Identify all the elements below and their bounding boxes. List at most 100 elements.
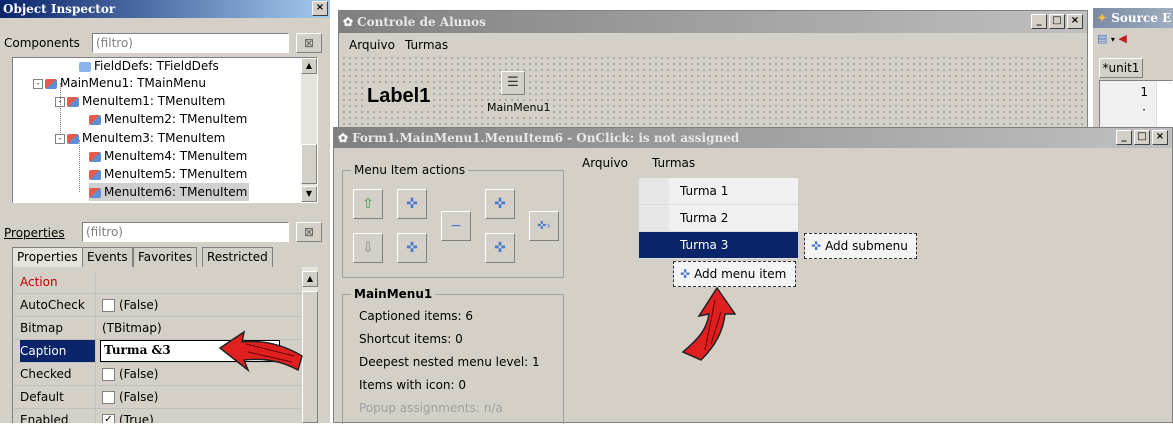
add-before-button[interactable]: ✜ [485,189,515,219]
tree-line [60,83,61,135]
property-row[interactable]: Action [14,271,316,294]
add-submenu-button[interactable]: ✜ Add submenu [804,233,917,259]
collapse-icon[interactable]: - [33,78,43,89]
property-value[interactable]: (False) [102,386,159,408]
properties-scrollbar[interactable]: ▲ [302,267,318,423]
tab-properties[interactable]: Properties [12,247,83,267]
property-value[interactable]: (TBitmap) [102,317,162,339]
mainmenu-info-title: MainMenu1 [351,287,436,301]
menu-editor-window: ✿ Form1.MainMenu1.MenuItem6 - OnClick: is… [333,127,1173,424]
captioned-items-count: Captioned items: 6 [359,309,474,323]
close-icon[interactable]: × [1067,14,1083,29]
tree-scrollbar[interactable]: ▲ ▼ [301,58,317,202]
property-row[interactable]: Enabled ✓ (True) [14,409,316,423]
add-submenu-button[interactable]: ✜› [529,211,559,241]
tab-events[interactable]: Events [82,247,133,267]
property-value[interactable]: ✓ (True) [102,409,154,423]
source-editor[interactable]: 1 · [1099,80,1173,128]
form-designer-window: ✿ Controle de Alunos _ □ × Arquivo Turmas… [338,10,1088,128]
clear-properties-filter-button[interactable]: ⊠ [296,222,322,242]
tree-item[interactable]: MenuItem4: TMenuItem [89,147,247,165]
minimize-icon[interactable]: _ [1116,130,1132,145]
menu-item-turma-3-selected[interactable]: Turma 3 [639,232,798,259]
tree-item[interactable]: - MenuItem3: TMenuItem [55,129,225,147]
properties-filter-placeholder: (filtro) [86,225,123,239]
form-canvas[interactable]: Label1 ☰ MainMenu1 [341,55,1085,127]
add-above-button[interactable]: ✜ [397,189,427,219]
plus-icon: ✜ [811,239,822,253]
scrollbar-thumb[interactable] [301,144,317,184]
move-up-button[interactable]: ⇧ [353,189,383,219]
form-title: Controle de Alunos [357,15,486,29]
tree-item-selected[interactable]: MenuItem6: TMenuItem [89,183,250,201]
form-titlebar[interactable]: ✿ Controle de Alunos _ □ × [339,11,1087,33]
collapse-icon[interactable]: - [55,133,65,144]
object-inspector-window: Object Inspector × Components (filtro) ⊠… [0,0,330,423]
tree-item[interactable]: - MainMenu1: TMainMenu [33,74,206,92]
close-icon[interactable]: × [312,1,328,16]
property-name: Default [20,386,96,408]
form-menu-arquivo[interactable]: Arquivo [349,35,395,55]
close-icon[interactable]: × [1152,130,1168,145]
form-label1[interactable]: Label1 [365,85,433,108]
design-menu-turmas[interactable]: Turmas [652,156,695,170]
properties-label: Properties [4,226,65,240]
property-value[interactable]: (False) [102,363,159,385]
tab-unit1[interactable]: *unit1 [1099,58,1143,78]
property-row[interactable]: AutoCheck (False) [14,294,316,317]
source-titlebar[interactable]: ✦ Source E [1093,8,1173,28]
tab-restricted[interactable]: Restricted [202,247,273,267]
scroll-up-arrow-icon[interactable]: ▲ [302,271,318,287]
page-icon[interactable]: ▤ [1097,32,1107,45]
menu-editor-title: Form1.MainMenu1.MenuItem6 - OnClick: is … [352,131,740,145]
components-filter-input[interactable]: (filtro) [92,33,289,53]
delete-item-button[interactable]: − [441,211,471,241]
component-tree[interactable]: FieldDefs: TFieldDefs - MainMenu1: TMainM… [12,57,318,203]
menu-component-icon [45,78,57,89]
menu-item-turma-2[interactable]: Turma 2 [639,205,798,232]
line-gutter: 1 · [1100,81,1157,127]
form-menubar: Arquivo Turmas [339,35,1087,55]
clear-filter-button[interactable]: ⊠ [296,33,322,53]
source-title: Source E [1111,11,1172,25]
add-below-button[interactable]: ✜ [397,233,427,263]
scrollbar-thumb[interactable] [302,291,318,423]
checkbox-icon[interactable] [102,368,115,381]
menu-item-icon [67,133,79,144]
scroll-up-arrow-icon[interactable]: ▲ [301,58,317,74]
menu-item-turma-1[interactable]: Turma 1 [639,178,798,205]
maximize-icon[interactable]: □ [1134,130,1150,145]
tree-item[interactable]: - MenuItem1: TMenuItem [55,92,225,110]
scroll-down-arrow-icon[interactable]: ▼ [301,186,317,202]
menu-item-actions-group: Menu Item actions ⇧ ✜ − ✜ ⇩ ✜ ✜ ✜› [342,163,564,278]
red-arrow-annotation-icon [681,286,737,361]
menu-editor-titlebar[interactable]: ✿ Form1.MainMenu1.MenuItem6 - OnClick: is… [334,128,1172,148]
minimize-icon[interactable]: _ [1031,14,1047,29]
menu-item-gutter [639,205,669,231]
mainmenu-component-caption: MainMenu1 [487,101,551,114]
property-row[interactable]: Default (False) [14,386,316,409]
mainmenu-component-icon[interactable]: ☰ [501,71,525,95]
tree-item[interactable]: MenuItem5: TMenuItem [89,165,247,183]
form-menu-turmas[interactable]: Turmas [405,35,448,55]
tab-favorites[interactable]: Favorites [133,247,198,267]
move-down-button[interactable]: ⇩ [353,233,383,263]
dropdown-icon[interactable]: ▾ [1111,35,1115,44]
maximize-icon[interactable]: □ [1049,14,1065,29]
tree-item[interactable]: MenuItem2: TMenuItem [89,110,247,128]
tree-item[interactable]: FieldDefs: TFieldDefs [79,58,219,75]
back-arrow-icon[interactable]: ◀ [1118,32,1126,45]
deepest-nested-level: Deepest nested menu level: 1 [359,355,540,369]
design-menu-arquivo[interactable]: Arquivo [582,156,628,170]
object-inspector-titlebar[interactable]: Object Inspector × [0,0,330,18]
checkbox-checked-icon[interactable]: ✓ [102,414,115,423]
properties-filter-input[interactable]: (filtro) [82,222,289,242]
source-editor-window: ✦ Source E ▤ ▾ ◀ *unit1 1 · [1093,8,1173,128]
add-after-button[interactable]: ✜ [485,233,515,263]
property-name: Enabled [20,409,96,423]
checkbox-icon[interactable] [102,391,115,404]
property-value[interactable]: (False) [102,294,159,316]
property-name: Caption [20,340,96,362]
add-menu-item-button[interactable]: ✜ Add menu item [673,261,796,287]
checkbox-icon[interactable] [102,299,115,312]
